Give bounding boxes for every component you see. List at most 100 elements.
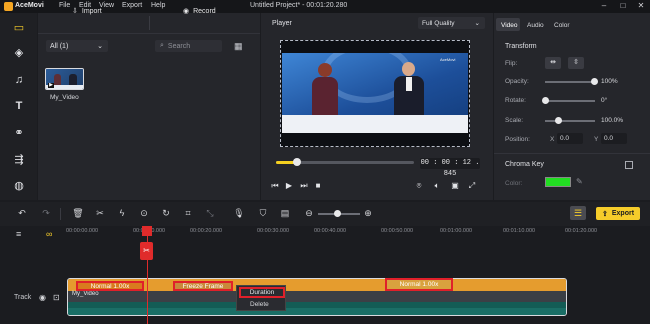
track-label: Track [14, 294, 31, 301]
search-placeholder: Search [167, 42, 191, 50]
document-title: Untitled Project* - 00:01:20.280 [250, 2, 348, 9]
eye-icon[interactable]: ◉ [39, 293, 46, 302]
flip-vertical-icon[interactable]: ⇳ [568, 57, 584, 69]
media-filter-value: All (1) [50, 42, 69, 50]
subtitle-icon[interactable]: ▤ [279, 208, 291, 219]
rotate-slider[interactable] [545, 100, 595, 102]
position-y-input[interactable]: 0.0 [601, 133, 627, 144]
split-icon[interactable]: ✂ [94, 208, 106, 219]
segment-normal-speed[interactable]: Normal 1.00x [385, 278, 453, 291]
close-icon[interactable]: ✕ [635, 1, 647, 12]
menu-item-delete[interactable]: Delete [250, 301, 269, 308]
aspect-ratio-icon[interactable]: ▣ [450, 181, 460, 190]
segment-freeze-frame[interactable]: Freeze Frame [173, 281, 233, 291]
opacity-slider[interactable] [545, 81, 595, 83]
resize-icon[interactable]: ⤡ [204, 208, 216, 219]
tab-audio[interactable]: Audio [527, 22, 544, 29]
scrubber-handle[interactable] [292, 158, 301, 166]
freeze-frame-icon[interactable]: ⊙ [138, 208, 150, 219]
tab-video[interactable]: Video [501, 22, 518, 29]
minimize-icon[interactable]: – [598, 1, 610, 12]
rotate-label: Rotate: [505, 97, 526, 104]
music-icon[interactable]: ♫ [11, 73, 27, 87]
opacity-handle[interactable] [591, 78, 598, 85]
rotate-handle[interactable] [542, 97, 549, 104]
tab-color[interactable]: Color [554, 22, 570, 29]
playhead[interactable] [147, 226, 148, 324]
sliders-icon: ☰ [573, 208, 583, 218]
scale-handle[interactable] [555, 117, 562, 124]
flip-horizontal-icon[interactable]: ⇹ [545, 57, 561, 69]
filters-icon[interactable]: ⚭ [11, 126, 27, 140]
grid-view-icon[interactable]: ▦ [234, 41, 243, 52]
next-frame-icon[interactable]: ⏭ [299, 181, 309, 191]
elements-icon[interactable]: ◍ [11, 179, 27, 193]
record-button[interactable]: ◉ Record [183, 4, 216, 18]
menu-item-duration[interactable]: Duration [239, 287, 285, 298]
import-button[interactable]: ⇩ Import [72, 4, 102, 18]
scale-slider[interactable] [545, 120, 595, 122]
timeline-settings-button[interactable]: ☰ [570, 206, 586, 220]
section-transform: Transform [505, 43, 537, 50]
video-preview[interactable]: AceMovi [282, 53, 468, 133]
play-icon[interactable]: ▶ [284, 181, 294, 190]
position-x-label: X [550, 136, 555, 143]
position-x-input[interactable]: 0.0 [557, 133, 583, 144]
playhead-split-button[interactable]: ✂ [140, 242, 153, 260]
delete-icon[interactable]: 🗑︎ [72, 208, 84, 219]
link-icon[interactable]: ∞ [46, 229, 52, 239]
undo-icon[interactable]: ↶ [16, 208, 28, 219]
menu-export[interactable]: Export [122, 2, 142, 9]
add-track-icon[interactable]: ≡ [16, 229, 21, 239]
section-chroma-key: Chroma Key [505, 161, 544, 168]
transitions-icon[interactable]: ⇶ [11, 153, 27, 167]
microphone-icon[interactable]: 🎙︎ [233, 208, 245, 219]
previous-frame-icon[interactable]: ⏮ [270, 181, 280, 191]
media-search-input[interactable]: ⌕ Search [155, 40, 222, 52]
zoom-handle[interactable] [334, 210, 341, 217]
clip-audio [68, 308, 566, 315]
rotate-icon[interactable]: ↻ [160, 208, 172, 219]
redo-icon[interactable]: ↷ [40, 208, 52, 219]
media-filter-select[interactable]: All (1) ⌄ [46, 40, 108, 52]
menu-file[interactable]: File [59, 2, 70, 9]
toolbar-divider [60, 208, 61, 220]
position-y-value: 0.0 [604, 135, 614, 142]
volume-icon[interactable]: 🔈︎ [432, 181, 442, 191]
video-type-icon: ▶ [48, 82, 54, 88]
media-thumbnail[interactable]: ▶ [45, 68, 84, 90]
export-icon: ⇪ [602, 210, 608, 218]
scale-value: 100.0% [601, 117, 624, 124]
layers-icon[interactable]: ◈ [11, 46, 27, 60]
export-button[interactable]: ⇪ Export [596, 207, 640, 220]
zoom-in-icon[interactable]: ⊕ [362, 208, 374, 219]
quality-select[interactable]: Full Quality ⌄ [418, 17, 485, 29]
menu-help[interactable]: Help [151, 2, 165, 9]
folder-icon[interactable]: ▭ [11, 21, 27, 35]
chroma-color-swatch[interactable] [545, 177, 571, 187]
chroma-key-checkbox[interactable] [625, 161, 633, 169]
ruler-tick-label: 00:00:50.000 [381, 228, 414, 234]
maximize-icon[interactable]: □ [617, 1, 629, 12]
fullscreen-icon[interactable]: ⤢ [467, 181, 477, 191]
stop-icon[interactable]: ■ [313, 181, 323, 190]
ruler-tick-label: 00:00:40.000 [314, 228, 347, 234]
import-icon: ⇩ [72, 8, 78, 15]
text-icon[interactable]: T [11, 99, 27, 113]
position-x-value: 0.0 [560, 135, 570, 142]
segment-normal-speed[interactable]: Normal 1.00x [76, 281, 144, 291]
tab-divider [149, 16, 150, 30]
snapshot-icon[interactable]: ⌾ [414, 181, 424, 191]
opacity-value: 100% [601, 78, 618, 85]
speed-icon[interactable]: ϟ [116, 208, 128, 218]
position-label: Position: [505, 136, 530, 143]
lock-icon[interactable]: ⊡ [53, 293, 60, 302]
zoom-out-icon[interactable]: ⊖ [303, 208, 315, 219]
color-label: Color: [505, 180, 523, 187]
eyedropper-icon[interactable]: ✎ [576, 177, 583, 186]
quality-value: Full Quality [422, 19, 455, 27]
import-label: Import [81, 7, 102, 15]
ruler-tick-label: 00:00:00.000 [66, 228, 99, 234]
marker-icon[interactable]: ⛉ [257, 208, 269, 219]
crop-icon[interactable]: ⌗ [182, 208, 194, 219]
